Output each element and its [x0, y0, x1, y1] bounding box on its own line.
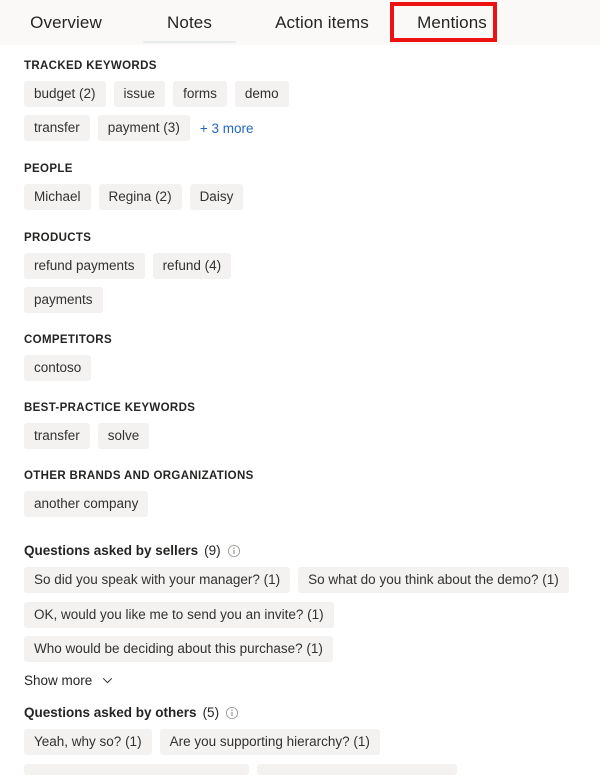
chip-row: payments: [24, 287, 600, 313]
person-chip[interactable]: Daisy: [189, 184, 244, 210]
tab-notes[interactable]: Notes: [132, 0, 247, 45]
chip-row: Yeah, why so? (1) Are you supporting hie…: [24, 729, 600, 755]
chip-row: Michael Regina (2) Daisy: [24, 184, 600, 210]
questions-others-label: Questions asked by others: [24, 705, 197, 720]
chip-row: budget (2) issue forms demo: [24, 81, 600, 107]
keyword-chip[interactable]: transfer: [24, 115, 90, 141]
section-products: PRODUCTS refund payments refund (4) paym…: [24, 232, 600, 313]
question-chip[interactable]: Are you supporting hierarchy? (1): [159, 729, 380, 755]
section-title: OTHER BRANDS AND ORGANIZATIONS: [24, 470, 254, 482]
question-chip[interactable]: So did you speak with your manager? (1): [24, 567, 291, 593]
chip-row: transfer solve: [24, 423, 600, 449]
tab-action-items[interactable]: Action items: [247, 0, 397, 45]
questions-others-header: Questions asked by others (5): [24, 705, 600, 720]
product-chip[interactable]: refund payments: [24, 253, 145, 279]
person-chip[interactable]: Regina (2): [98, 184, 182, 210]
questions-others-count: (5): [202, 705, 220, 720]
best-practice-chip[interactable]: transfer: [24, 423, 90, 449]
show-more-keywords-link[interactable]: + 3 more: [198, 121, 254, 136]
competitor-chip[interactable]: contoso: [24, 355, 92, 381]
chip-row: transfer payment (3) + 3 more: [24, 115, 600, 141]
chip-row: refund payments refund (4): [24, 253, 600, 279]
tab-overview[interactable]: Overview: [0, 0, 132, 45]
section-best-practice-keywords: BEST-PRACTICE KEYWORDS transfer solve: [24, 402, 600, 449]
tab-notes-label: Notes: [167, 12, 212, 32]
section-other-brands: OTHER BRANDS AND ORGANIZATIONS another c…: [24, 470, 600, 517]
tab-overview-label: Overview: [30, 12, 102, 32]
questions-sellers-header: Questions asked by sellers (9): [24, 543, 600, 558]
section-tracked-keywords: TRACKED KEYWORDS budget (2) issue forms …: [24, 60, 600, 141]
info-circle-icon[interactable]: [227, 544, 241, 558]
keyword-chip[interactable]: demo: [234, 81, 289, 107]
info-circle-icon[interactable]: [225, 706, 239, 720]
chip-row-clipped: [24, 764, 600, 775]
tab-mentions[interactable]: Mentions: [397, 0, 507, 45]
section-competitors: COMPETITORS contoso: [24, 334, 600, 381]
show-more-button[interactable]: Show more: [24, 673, 114, 688]
chip-row: contoso: [24, 355, 600, 381]
tab-bar: Overview Notes Action items Mentions: [0, 0, 600, 45]
section-people: PEOPLE Michael Regina (2) Daisy: [24, 163, 600, 210]
questions-sellers-count: (9): [204, 543, 221, 558]
chip-row: So did you speak with your manager? (1) …: [24, 567, 600, 593]
question-chip[interactable]: [257, 764, 457, 775]
keyword-chip[interactable]: payment (3): [97, 115, 190, 141]
tab-action-items-label: Action items: [275, 12, 369, 32]
section-questions-by-others: Questions asked by others (5) Yeah, why …: [24, 705, 600, 775]
keyword-chip[interactable]: budget (2): [24, 81, 106, 107]
section-title: BEST-PRACTICE KEYWORDS: [24, 402, 196, 414]
product-chip[interactable]: refund (4): [152, 253, 232, 279]
question-chip[interactable]: So what do you think about the demo? (1): [298, 567, 569, 593]
chip-row: another company: [24, 491, 600, 517]
section-title: PRODUCTS: [24, 232, 92, 244]
mentions-panel: TRACKED KEYWORDS budget (2) issue forms …: [0, 60, 600, 775]
question-chip[interactable]: Yeah, why so? (1): [24, 729, 152, 755]
tab-mentions-label: Mentions: [417, 12, 487, 32]
section-questions-by-sellers: Questions asked by sellers (9) So did yo…: [24, 543, 600, 688]
brand-chip[interactable]: another company: [24, 491, 149, 517]
chip-row: OK, would you like me to send you an inv…: [24, 602, 600, 662]
question-chip[interactable]: OK, would you like me to send you an inv…: [24, 602, 334, 628]
section-title: PEOPLE: [24, 163, 73, 175]
section-title: TRACKED KEYWORDS: [24, 60, 157, 72]
section-title: COMPETITORS: [24, 334, 112, 346]
questions-sellers-label: Questions asked by sellers: [24, 543, 199, 558]
product-chip[interactable]: payments: [24, 287, 103, 313]
keyword-chip[interactable]: forms: [173, 81, 227, 107]
keyword-chip[interactable]: issue: [113, 81, 166, 107]
person-chip[interactable]: Michael: [24, 184, 91, 210]
chevron-down-icon: [100, 674, 114, 688]
question-chip[interactable]: [24, 764, 249, 775]
best-practice-chip[interactable]: solve: [97, 423, 150, 449]
question-chip[interactable]: Who would be deciding about this purchas…: [24, 636, 333, 662]
show-more-label: Show more: [24, 673, 93, 688]
